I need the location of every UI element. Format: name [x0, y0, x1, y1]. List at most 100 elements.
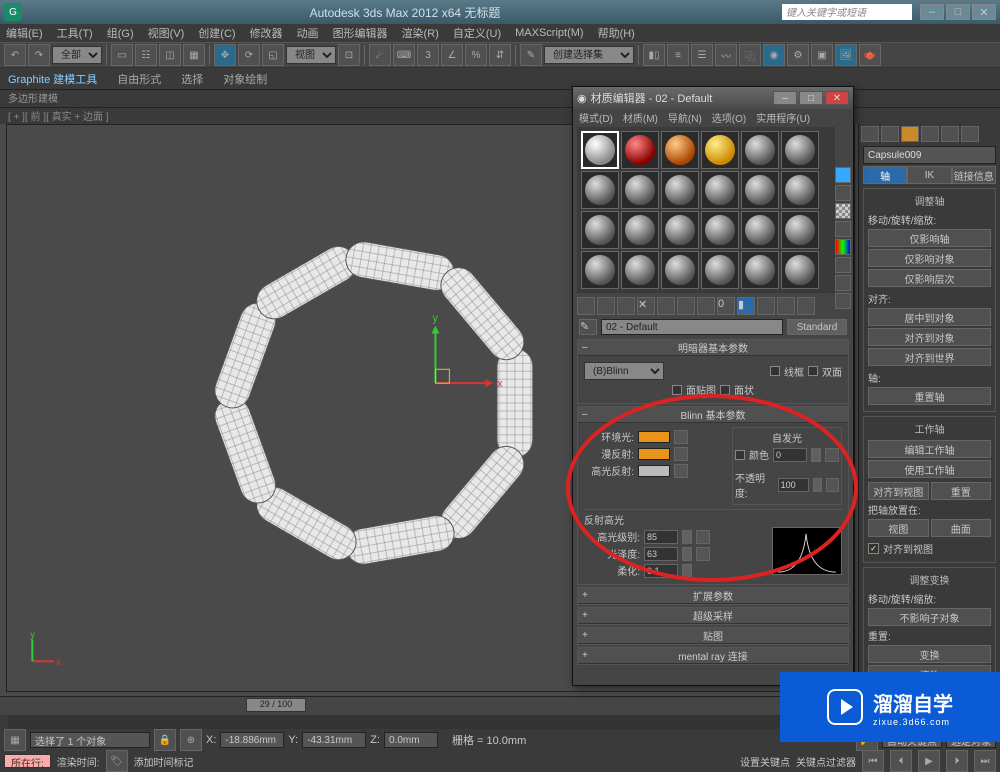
reset-button[interactable]: 重置: [931, 482, 992, 500]
show-map-icon[interactable]: ▮: [737, 297, 755, 315]
twosided-checkbox[interactable]: [808, 366, 818, 376]
opacity-spinner-arrows[interactable]: [813, 478, 822, 492]
select-name-icon[interactable]: ☷: [135, 44, 157, 66]
gloss-spinner[interactable]: 63: [644, 547, 678, 561]
speclevel-map-button[interactable]: [696, 530, 710, 544]
specular-map-button[interactable]: [674, 464, 688, 478]
keyboard-shortcut-icon[interactable]: ⌨: [393, 44, 415, 66]
align-icon[interactable]: ≡: [667, 44, 689, 66]
menu-views[interactable]: 视图(V): [148, 25, 185, 41]
z-coord-field[interactable]: 0.0mm: [384, 732, 438, 748]
modify-tab-icon[interactable]: [881, 126, 899, 142]
sample-uv-icon[interactable]: [835, 221, 851, 237]
set-key-button[interactable]: 设置关键点: [740, 754, 790, 769]
minimize-button[interactable]: –: [920, 4, 944, 20]
reset-map-icon[interactable]: ✕: [637, 297, 655, 315]
selfillum-spinner-arrows[interactable]: [811, 448, 821, 462]
sample-slot-10[interactable]: [701, 171, 739, 209]
make-copy-icon[interactable]: [657, 297, 675, 315]
redo-icon[interactable]: ↷: [28, 44, 50, 66]
render-icon[interactable]: 🖼: [835, 44, 857, 66]
me-minimize-button[interactable]: –: [773, 91, 797, 105]
put-to-library-icon[interactable]: [697, 297, 715, 315]
sample-type-icon[interactable]: [835, 167, 851, 183]
schematic-icon[interactable]: ⿻: [739, 44, 761, 66]
restore-button[interactable]: □: [946, 4, 970, 20]
mentalray-rollout-header[interactable]: +mental ray 连接: [578, 648, 848, 664]
me-close-button[interactable]: ✕: [825, 91, 849, 105]
gloss-arrows[interactable]: [682, 547, 692, 561]
y-coord-field[interactable]: -43.31mm: [302, 732, 366, 748]
center-to-object-button[interactable]: 居中到对象: [868, 308, 991, 326]
layers-icon[interactable]: ☰: [691, 44, 713, 66]
rotate-icon[interactable]: ⟳: [238, 44, 260, 66]
menu-customize[interactable]: 自定义(U): [453, 25, 501, 41]
blinn-rollout-header[interactable]: –Blinn 基本参数: [578, 407, 848, 423]
ribbon-tab-graphite[interactable]: Graphite 建模工具: [8, 71, 97, 87]
sample-slot-7[interactable]: [581, 171, 619, 209]
ribbon-tab-paint[interactable]: 对象绘制: [223, 71, 267, 87]
sample-slot-17[interactable]: [741, 211, 779, 249]
pick-material-icon[interactable]: ✎: [579, 319, 597, 335]
help-search-input[interactable]: 键入关键字或短语: [782, 4, 912, 20]
material-editor-titlebar[interactable]: ◉ 材质编辑器 - 02 - Default – □ ✕: [573, 87, 853, 109]
sample-slot-4[interactable]: [701, 131, 739, 169]
shader-dropdown[interactable]: (B)Blinn: [584, 362, 664, 380]
facemap-checkbox[interactable]: [672, 385, 682, 395]
selection-filter[interactable]: 全部: [52, 46, 102, 64]
selfillum-color-checkbox[interactable]: [735, 450, 745, 460]
adjust-pivot-header[interactable]: 调整轴: [868, 193, 991, 208]
sample-slot-11[interactable]: [741, 171, 779, 209]
select-by-material-icon[interactable]: [835, 293, 851, 309]
hierarchy-tab-icon[interactable]: [901, 126, 919, 142]
backlight-icon[interactable]: [835, 185, 851, 201]
place-surface-button[interactable]: 曲面: [931, 519, 992, 537]
me-menu-material[interactable]: 材质(M): [623, 110, 658, 125]
show-end-result-icon[interactable]: [757, 297, 775, 315]
diffuse-swatch[interactable]: [638, 448, 670, 460]
material-name-field[interactable]: 02 - Default: [601, 319, 783, 335]
coord-display-icon[interactable]: ⊕: [180, 729, 202, 751]
menu-create[interactable]: 创建(C): [198, 25, 235, 41]
me-maximize-button[interactable]: □: [799, 91, 823, 105]
add-time-tag[interactable]: 添加时间标记: [134, 754, 194, 769]
next-frame-icon[interactable]: ⏵: [946, 750, 968, 772]
curve-editor-icon[interactable]: 〰: [715, 44, 737, 66]
sample-slot-20[interactable]: [621, 251, 659, 289]
sample-slot-15[interactable]: [661, 211, 699, 249]
sample-slot-24[interactable]: [781, 251, 819, 289]
teapot-icon[interactable]: 🫖: [859, 44, 881, 66]
menu-tools[interactable]: 工具(T): [57, 25, 93, 41]
background-icon[interactable]: [835, 203, 851, 219]
lock-selection-icon[interactable]: 🔒: [154, 729, 176, 751]
sample-slot-2[interactable]: [621, 131, 659, 169]
render-frame-icon[interactable]: ▣: [811, 44, 833, 66]
mirror-icon[interactable]: ▮▯: [643, 44, 665, 66]
opacity-map-button[interactable]: [826, 478, 839, 492]
sample-slot-1[interactable]: [581, 131, 619, 169]
sample-slot-12[interactable]: [781, 171, 819, 209]
goto-end-icon[interactable]: ⏭: [974, 750, 996, 772]
angle-snap-icon[interactable]: ∠: [441, 44, 463, 66]
menu-grapheditors[interactable]: 图形编辑器: [333, 25, 388, 41]
sample-slot-19[interactable]: [581, 251, 619, 289]
window-crossing-icon[interactable]: ▦: [183, 44, 205, 66]
align-view-checkbox[interactable]: ✓: [868, 543, 879, 554]
percent-snap-icon[interactable]: %: [465, 44, 487, 66]
undo-icon[interactable]: ↶: [4, 44, 26, 66]
sample-slot-6[interactable]: [781, 131, 819, 169]
prev-frame-icon[interactable]: ⏴: [890, 750, 912, 772]
diffuse-map-button[interactable]: [674, 447, 688, 461]
material-type-button[interactable]: Standard: [787, 319, 847, 335]
working-pivot-header[interactable]: 工作轴: [868, 421, 991, 436]
gloss-map-button[interactable]: [696, 547, 710, 561]
use-working-pivot-button[interactable]: 使用工作轴: [868, 460, 991, 478]
soften-spinner[interactable]: 0.1: [644, 564, 678, 578]
material-id-icon[interactable]: 0: [717, 297, 735, 315]
video-check-icon[interactable]: [835, 239, 851, 255]
sample-slot-13[interactable]: [581, 211, 619, 249]
menu-maxscript[interactable]: MAXScript(M): [515, 27, 583, 39]
affect-object-button[interactable]: 仅影响对象: [868, 249, 991, 267]
named-selection-dropdown[interactable]: 创建选择集: [544, 46, 634, 64]
menu-modifiers[interactable]: 修改器: [250, 25, 283, 41]
